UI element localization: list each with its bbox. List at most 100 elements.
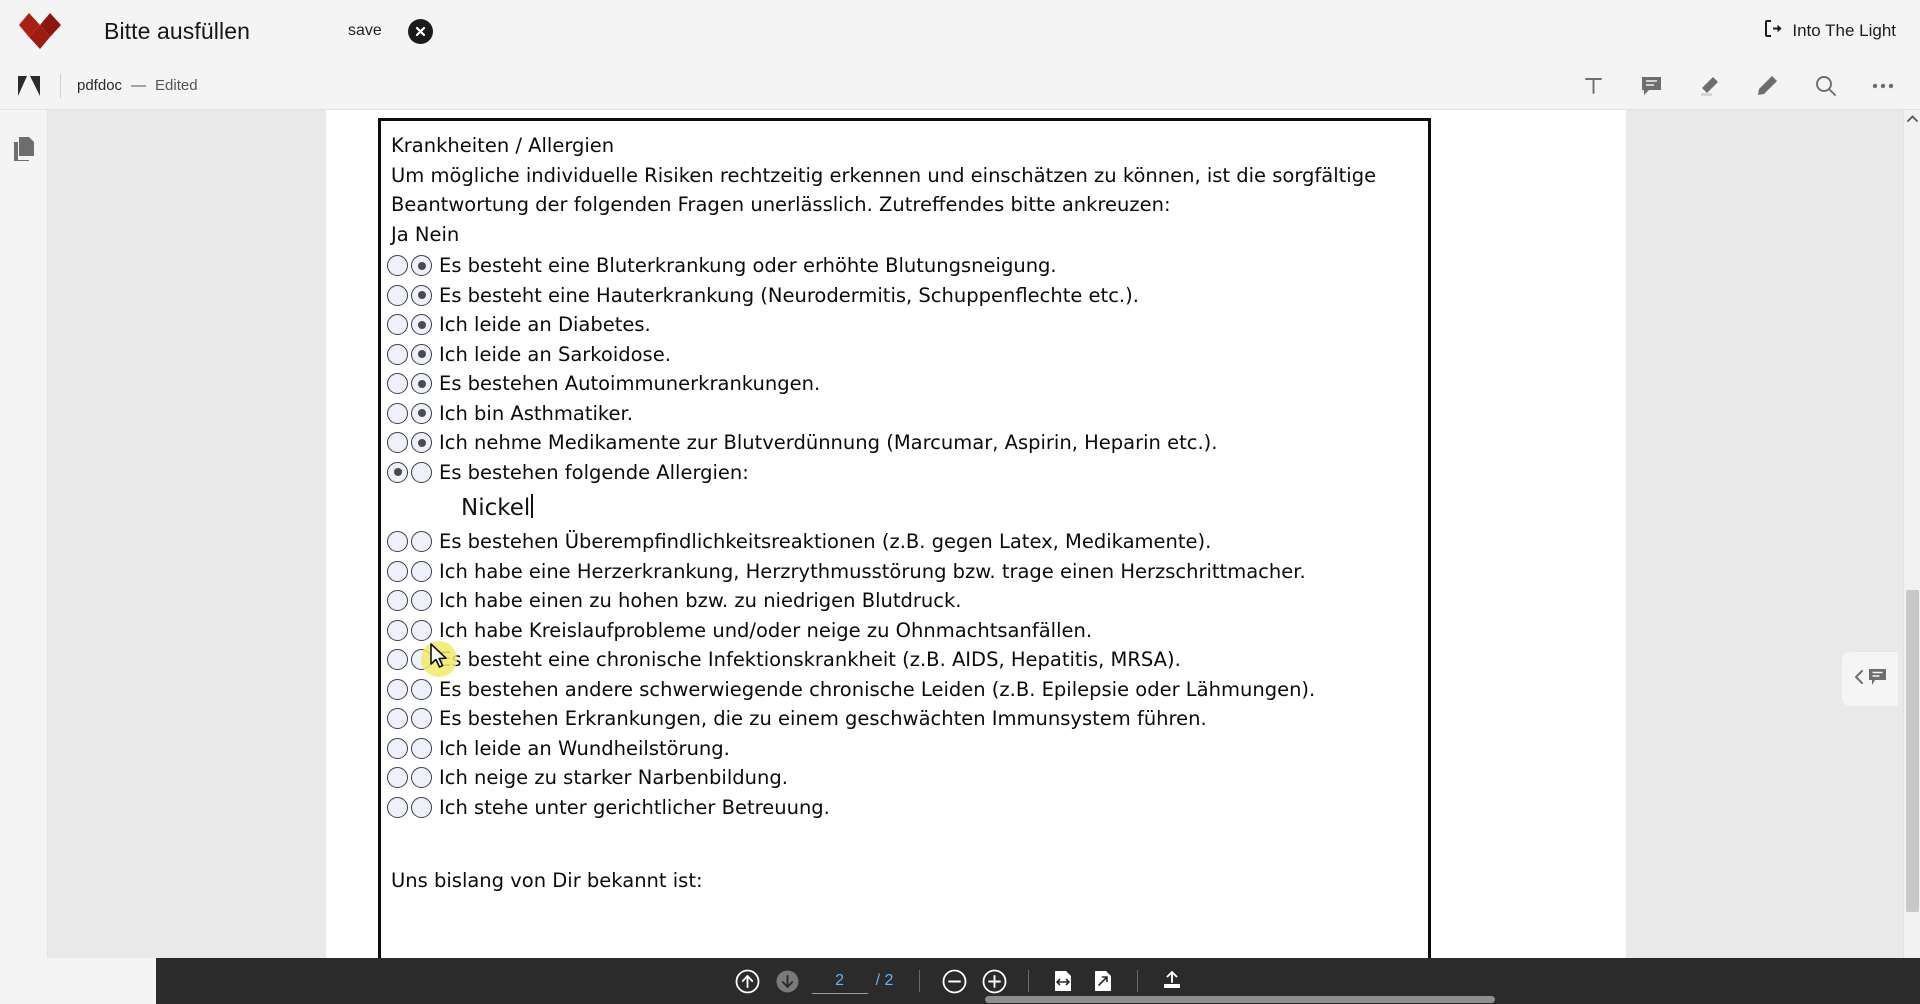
closing-line: Uns bislang von Dir bekannt ist: bbox=[391, 869, 703, 892]
question-row: Es bestehen Überempfindlichkeitsreaktion… bbox=[387, 527, 1428, 557]
radio-ja[interactable] bbox=[387, 402, 408, 424]
radio-ja[interactable] bbox=[387, 708, 408, 730]
scrollbar-thumb[interactable] bbox=[1906, 590, 1919, 912]
radio-ja[interactable] bbox=[387, 590, 408, 612]
adobe-a-icon bbox=[14, 73, 44, 99]
radio-ja[interactable] bbox=[387, 343, 408, 365]
viewer-bottom-toolbar: / 2 bbox=[0, 958, 1920, 1004]
page-title: Bitte ausfüllen bbox=[104, 17, 250, 44]
question-label: Es bestehen andere schwerwiegende chroni… bbox=[439, 677, 1316, 701]
radio-nein[interactable] bbox=[411, 284, 432, 306]
question-label: Ich habe eine Herzerkrankung, Herzrythmu… bbox=[439, 559, 1306, 583]
column-headers: Ja Nein bbox=[391, 222, 460, 246]
radio-ja[interactable] bbox=[387, 649, 408, 671]
question-row: Es bestehen Autoimmunerkrankungen. bbox=[387, 369, 1428, 399]
radio-nein[interactable] bbox=[411, 678, 432, 700]
question-row: Ich habe einen zu hohen bzw. zu niedrige… bbox=[387, 586, 1428, 616]
radio-nein[interactable] bbox=[411, 737, 432, 759]
zoom-in-button[interactable] bbox=[974, 961, 1014, 1001]
question-label: Es bestehen Erkrankungen, die zu einem g… bbox=[439, 707, 1207, 731]
text-caret bbox=[531, 494, 534, 518]
more-options-icon[interactable] bbox=[1864, 67, 1902, 105]
radio-ja[interactable] bbox=[387, 678, 408, 700]
intro-line-2: Beantwortung der folgenden Fragen unerlä… bbox=[391, 193, 1171, 216]
radio-ja[interactable] bbox=[387, 284, 408, 306]
highlight-tool-button[interactable] bbox=[1690, 67, 1728, 105]
question-row: Es bestehen Erkrankungen, die zu einem g… bbox=[387, 704, 1428, 734]
into-the-light-button[interactable]: Into The Light bbox=[1765, 20, 1896, 42]
radio-ja[interactable] bbox=[387, 461, 408, 483]
draw-tool-button[interactable] bbox=[1748, 67, 1786, 105]
question-label: Es bestehen folgende Allergien: bbox=[439, 460, 749, 484]
question-row: Ich habe Kreislaufprobleme und/oder neig… bbox=[387, 616, 1428, 646]
red-diamond-logo-icon bbox=[18, 11, 62, 51]
exit-arrow-icon bbox=[1765, 20, 1783, 42]
document-status: Edited bbox=[155, 77, 198, 94]
radio-nein[interactable] bbox=[411, 314, 432, 336]
question-row-allergies: Es bestehen folgende Allergien: bbox=[387, 458, 1428, 488]
document-viewer[interactable]: Krankheiten / Allergien Um mögliche indi… bbox=[48, 110, 1920, 958]
question-label: Ich nehme Medikamente zur Blutverdünnung… bbox=[439, 431, 1218, 455]
radio-nein[interactable] bbox=[411, 343, 432, 365]
app-header: Bitte ausfüllen save Into The Light bbox=[0, 0, 1920, 62]
save-button[interactable]: save bbox=[348, 22, 382, 40]
radio-nein[interactable] bbox=[411, 402, 432, 424]
comment-tool-button[interactable] bbox=[1632, 67, 1670, 105]
radio-ja[interactable] bbox=[387, 373, 408, 395]
radio-nein[interactable] bbox=[411, 796, 432, 818]
document-heading: Krankheiten / Allergien bbox=[391, 134, 615, 157]
scroll-up-icon[interactable] bbox=[1904, 110, 1920, 127]
radio-nein[interactable] bbox=[411, 708, 432, 730]
text-tool-button[interactable] bbox=[1574, 67, 1612, 105]
question-label: Es bestehen Überempfindlichkeitsreaktion… bbox=[439, 530, 1212, 554]
question-row: Ich stehe unter gerichtlicher Betreuung. bbox=[387, 793, 1428, 823]
radio-ja[interactable] bbox=[387, 619, 408, 641]
allergy-text-field[interactable]: Nickel bbox=[461, 491, 534, 521]
bottom-divider bbox=[1028, 970, 1030, 992]
radio-nein[interactable] bbox=[411, 767, 432, 789]
form-container: Krankheiten / Allergien Um mögliche indi… bbox=[378, 118, 1431, 958]
question-row: Ich habe eine Herzerkrankung, Herzrythmu… bbox=[387, 557, 1428, 587]
page-number-input[interactable] bbox=[811, 968, 868, 994]
page-total-label: / 2 bbox=[875, 972, 894, 989]
radio-nein[interactable] bbox=[411, 373, 432, 395]
radio-nein[interactable] bbox=[411, 461, 432, 483]
radio-ja[interactable] bbox=[387, 531, 408, 553]
comments-panel-toggle[interactable] bbox=[1842, 652, 1898, 706]
zoom-out-button[interactable] bbox=[934, 961, 974, 1001]
radio-ja[interactable] bbox=[387, 314, 408, 336]
page-thumbnails-icon[interactable] bbox=[0, 130, 48, 168]
radio-ja[interactable] bbox=[387, 737, 408, 759]
radio-nein[interactable] bbox=[411, 619, 432, 641]
radio-nein[interactable] bbox=[411, 560, 432, 582]
radio-nein[interactable] bbox=[411, 531, 432, 553]
close-icon[interactable] bbox=[407, 18, 433, 44]
toolbar-divider bbox=[60, 73, 61, 98]
radio-ja[interactable] bbox=[387, 432, 408, 454]
radio-ja[interactable] bbox=[387, 560, 408, 582]
vertical-scrollbar[interactable] bbox=[1903, 110, 1920, 958]
fit-page-button[interactable] bbox=[1083, 961, 1123, 1001]
horizontal-scrollbar-thumb[interactable] bbox=[985, 996, 1495, 1003]
fit-width-button[interactable] bbox=[1043, 961, 1083, 1001]
share-button[interactable] bbox=[1152, 961, 1192, 1001]
radio-nein[interactable] bbox=[411, 590, 432, 612]
question-label: Es bestehen Autoimmunerkrankungen. bbox=[439, 372, 821, 396]
question-label: Ich habe Kreislaufprobleme und/oder neig… bbox=[439, 618, 1093, 642]
radio-ja[interactable] bbox=[387, 255, 408, 277]
previous-page-button[interactable] bbox=[728, 961, 768, 1001]
radio-nein[interactable] bbox=[411, 255, 432, 277]
radio-nein[interactable] bbox=[411, 432, 432, 454]
question-row: Ich leide an Wundheilstörung. bbox=[387, 734, 1428, 764]
radio-ja[interactable] bbox=[387, 796, 408, 818]
question-label: Ich stehe unter gerichtlicher Betreuung. bbox=[439, 795, 830, 819]
bottom-divider bbox=[1137, 970, 1139, 992]
radio-nein[interactable] bbox=[411, 649, 432, 671]
search-icon[interactable] bbox=[1806, 67, 1844, 105]
question-row: Es besteht eine chronische Infektionskra… bbox=[387, 645, 1428, 675]
document-toolbar: pdfdoc — Edited bbox=[0, 62, 1920, 110]
radio-ja[interactable] bbox=[387, 767, 408, 789]
annotation-tools bbox=[1574, 67, 1902, 105]
question-row: Es besteht eine Bluterkrankung oder erhö… bbox=[387, 251, 1428, 281]
next-page-button[interactable] bbox=[768, 961, 808, 1001]
